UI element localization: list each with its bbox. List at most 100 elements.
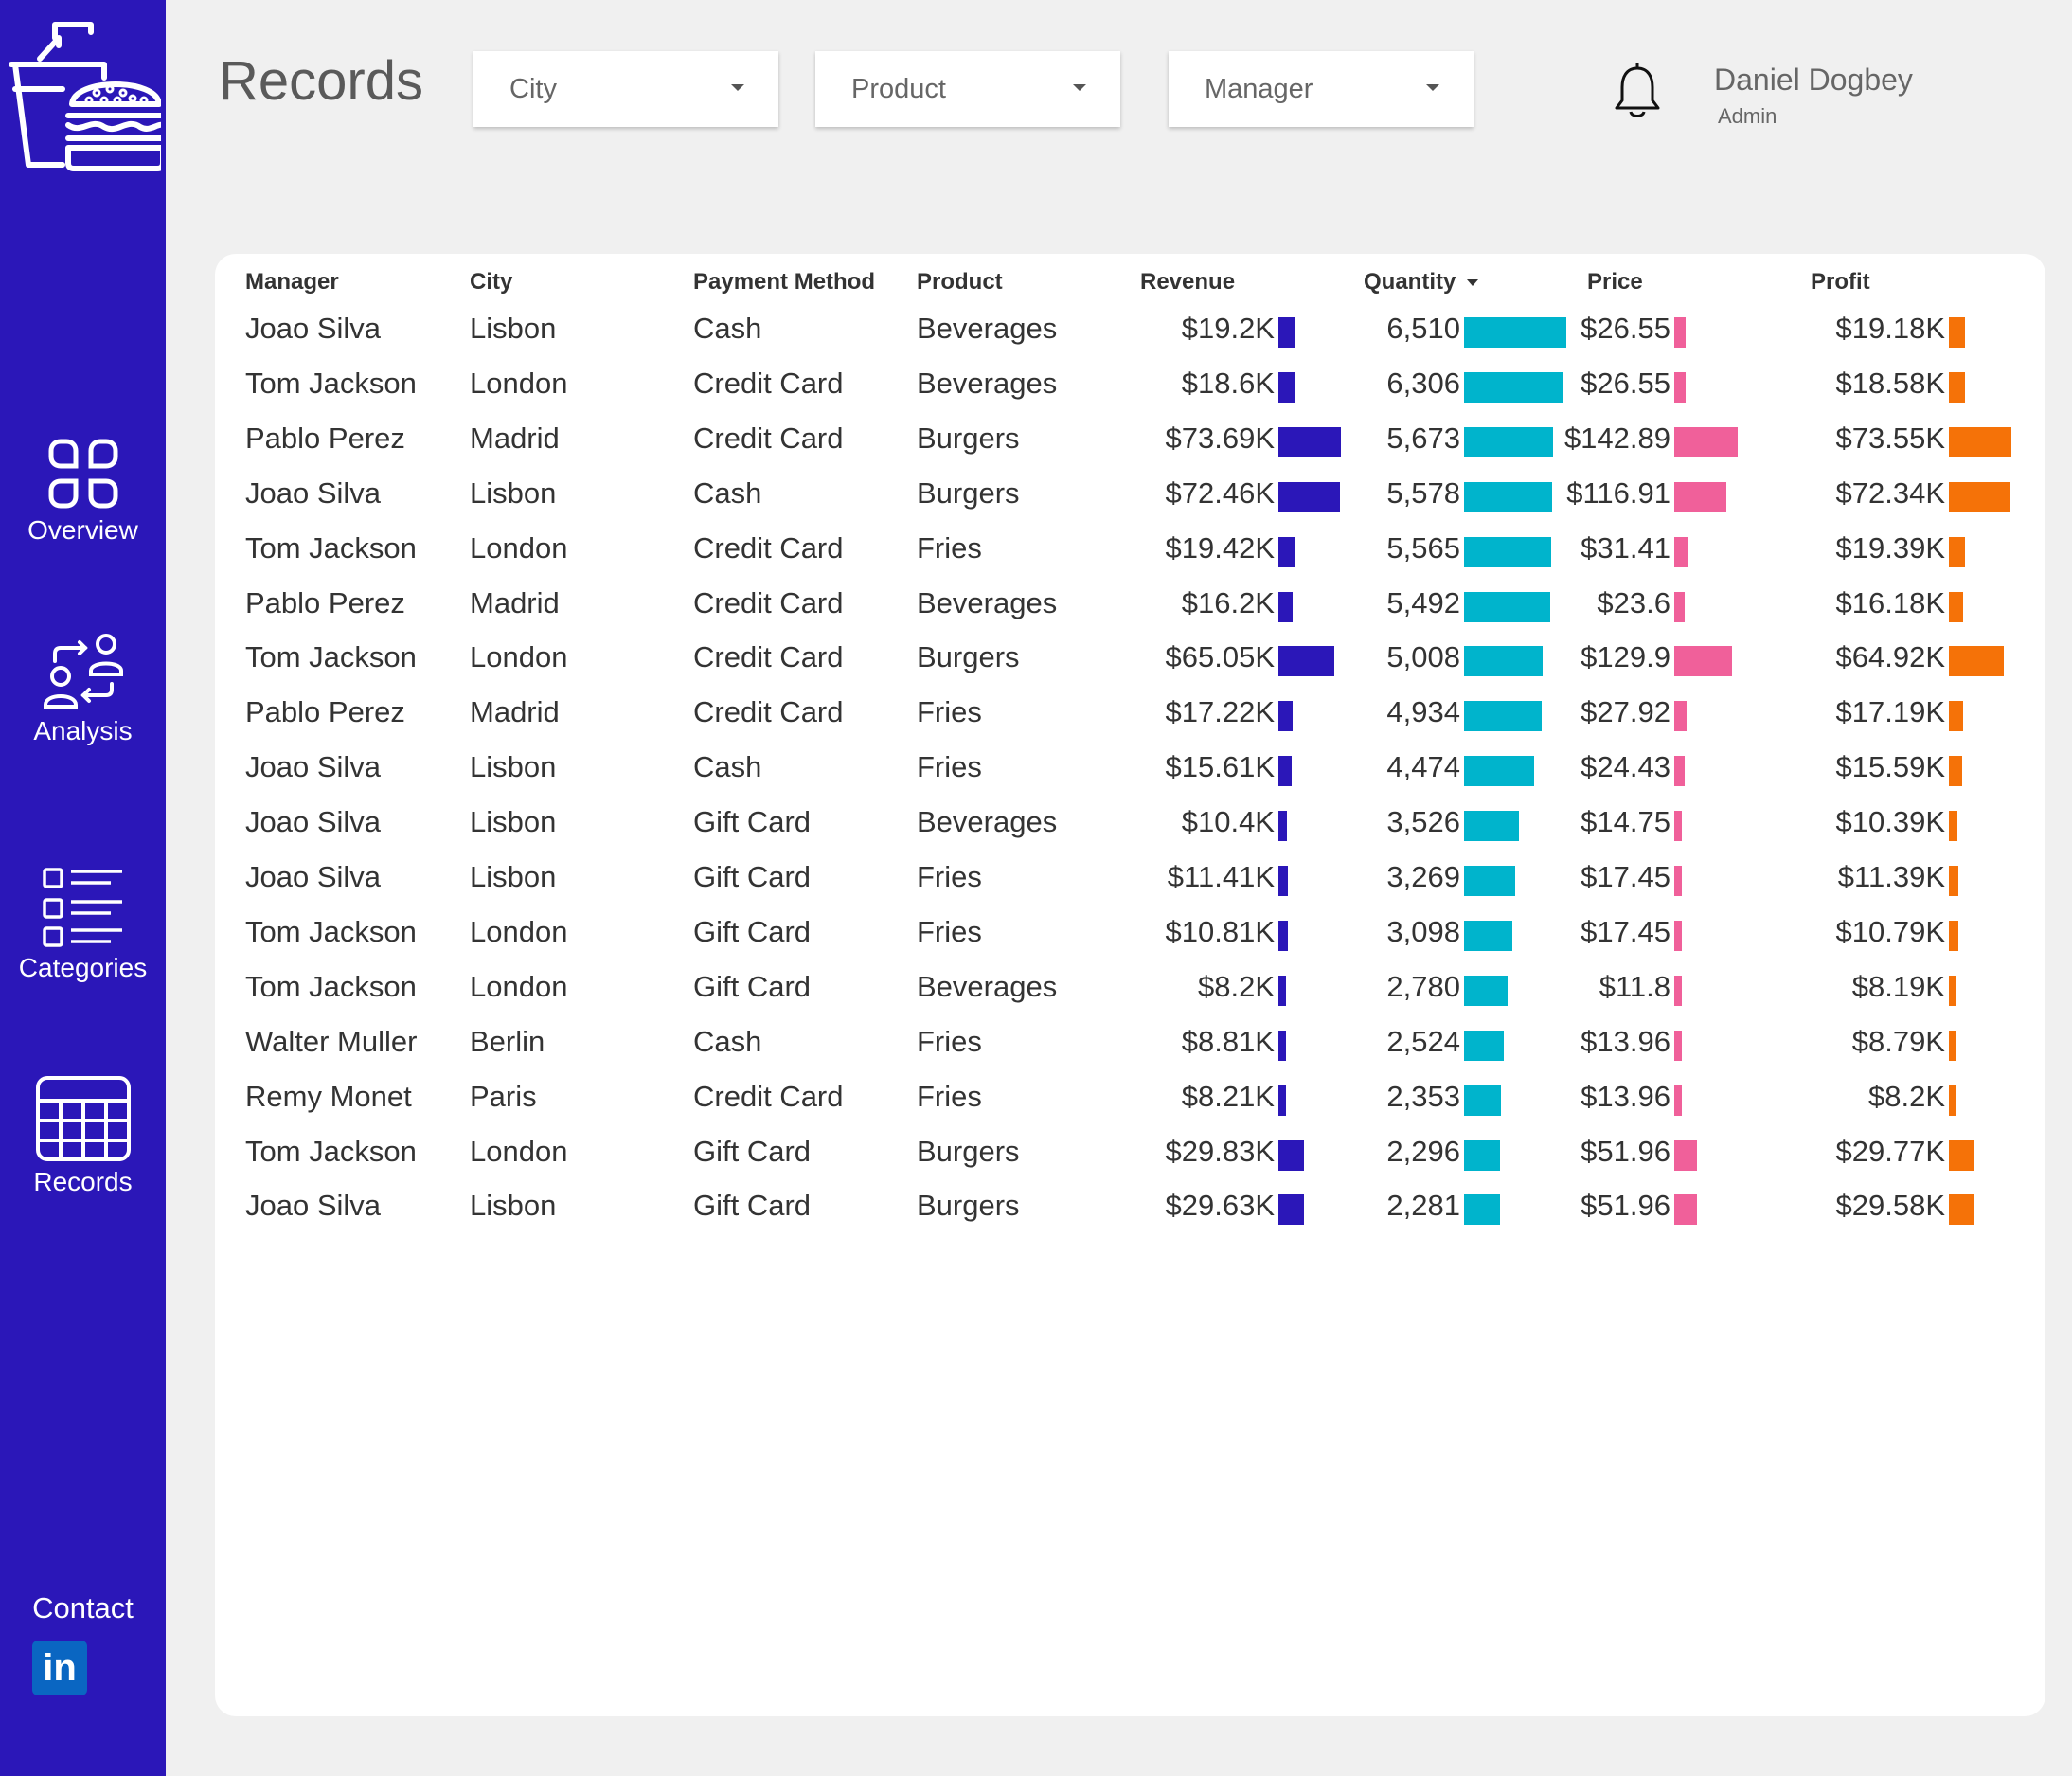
cell-price: $23.6	[1597, 585, 1670, 619]
revenue-databar	[1278, 1139, 1304, 1171]
table-row[interactable]: Pablo Perez Madrid Credit Card Fries $17.22K…	[215, 686, 2045, 741]
cell-payment-method: Gift Card	[693, 1189, 812, 1223]
linkedin-icon[interactable]: in	[32, 1641, 87, 1695]
food-drink-logo-icon	[9, 22, 161, 171]
cell-manager: Joao Silva	[245, 1189, 382, 1223]
cell-quantity: 6,510	[1386, 312, 1460, 345]
table-row[interactable]: Tom Jackson London Credit Card Burgers $65.0…	[215, 631, 2045, 686]
nav-analysis[interactable]: Analysis	[0, 631, 166, 746]
table-row[interactable]: Tom Jackson London Gift Card Beverages $8.2K…	[215, 960, 2045, 1015]
cell-product: Fries	[917, 1079, 982, 1113]
table-row[interactable]: Tom Jackson London Credit Card Fries $19.42K…	[215, 522, 2045, 577]
cell-product: Burgers	[917, 640, 1020, 674]
column-header-quantity[interactable]: Quantity	[1364, 269, 1479, 296]
cell-city: Lisbon	[470, 312, 557, 345]
cell-payment-method: Cash	[693, 312, 762, 345]
cell-revenue: $17.22K	[1165, 695, 1276, 729]
price-databar	[1674, 920, 1682, 951]
column-header-payment-method[interactable]: Payment Method	[693, 269, 875, 296]
quantity-databar	[1464, 756, 1534, 787]
table-row[interactable]: Joao Silva Lisbon Gift Card Burgers $29.63K 2…	[215, 1179, 2045, 1234]
sort-descending-icon	[1467, 279, 1479, 287]
nav-overview[interactable]: Overview	[0, 438, 166, 546]
cell-quantity: 2,281	[1386, 1189, 1460, 1223]
cell-product: Beverages	[917, 805, 1058, 839]
cell-revenue: $19.2K	[1181, 312, 1275, 345]
quantity-databar	[1464, 1030, 1504, 1061]
table-row[interactable]: Joao Silva Lisbon Cash Beverages $19.2K 6,510…	[215, 302, 2045, 357]
column-header-price[interactable]: Price	[1587, 269, 1643, 296]
profit-databar	[1949, 481, 2010, 512]
manager-filter-dropdown[interactable]: Manager	[1169, 51, 1474, 127]
cell-revenue: $15.61K	[1165, 750, 1276, 784]
cell-city: Lisbon	[470, 750, 557, 784]
table-row[interactable]: Joao Silva Lisbon Cash Fries $15.61K 4,474 $24…	[215, 741, 2045, 796]
product-filter-dropdown[interactable]: Product	[815, 51, 1120, 127]
cell-revenue: $8.21K	[1181, 1079, 1275, 1113]
table-row[interactable]: Pablo Perez Madrid Credit Card Burgers $73.6…	[215, 412, 2045, 467]
table-row[interactable]: Tom Jackson London Credit Card Beverages $18…	[215, 357, 2045, 412]
table-row[interactable]: Tom Jackson London Gift Card Fries $10.81K 3,…	[215, 906, 2045, 960]
bell-icon[interactable]	[1613, 59, 1662, 119]
cell-price: $17.45	[1581, 860, 1670, 893]
profit-databar	[1949, 1085, 1956, 1116]
user-name: Daniel Dogbey	[1714, 63, 1913, 97]
column-header-revenue[interactable]: Revenue	[1140, 269, 1235, 296]
cell-quantity: 3,526	[1386, 805, 1460, 839]
quantity-databar	[1464, 426, 1553, 457]
cell-profit: $8.2K	[1867, 1079, 1945, 1113]
profit-databar	[1949, 646, 2004, 677]
cell-quantity: 5,492	[1386, 585, 1460, 619]
cell-payment-method: Gift Card	[693, 969, 812, 1003]
quantity-databar	[1464, 481, 1552, 512]
cell-quantity: 3,098	[1386, 914, 1460, 948]
revenue-databar	[1278, 536, 1295, 567]
price-databar	[1674, 317, 1686, 348]
cell-product: Burgers	[917, 1189, 1020, 1223]
quantity-databar	[1464, 1139, 1500, 1171]
records-icon	[35, 1076, 131, 1161]
revenue-databar	[1278, 1085, 1286, 1116]
price-databar	[1674, 756, 1685, 787]
nav-records[interactable]: Records	[0, 1076, 166, 1197]
cell-city: Berlin	[470, 1024, 545, 1058]
column-header-profit[interactable]: Profit	[1811, 269, 1870, 296]
column-header-manager[interactable]: Manager	[245, 269, 339, 296]
cell-manager: Pablo Perez	[245, 421, 405, 455]
revenue-databar	[1278, 481, 1340, 512]
table-row[interactable]: Remy Monet Paris Credit Card Fries $8.21K 2,3…	[215, 1070, 2045, 1125]
cell-city: London	[470, 530, 568, 565]
table-row[interactable]: Pablo Perez Madrid Credit Card Beverages $16…	[215, 577, 2045, 632]
price-databar	[1674, 701, 1687, 732]
cell-price: $14.75	[1581, 805, 1670, 839]
cell-price: $116.91	[1566, 475, 1670, 510]
chevron-down-icon	[1073, 84, 1086, 91]
column-header-product[interactable]: Product	[917, 269, 1003, 296]
price-databar	[1674, 1030, 1682, 1061]
cell-manager: Tom Jackson	[245, 366, 417, 400]
price-databar	[1674, 371, 1686, 403]
table-row[interactable]: Walter Muller Berlin Cash Fries $8.81K 2,524 $…	[215, 1015, 2045, 1070]
cell-profit: $18.58K	[1835, 366, 1946, 400]
table-row[interactable]: Joao Silva Lisbon Gift Card Beverages $10.4K…	[215, 796, 2045, 851]
cell-profit: $17.19K	[1835, 695, 1946, 729]
cell-profit: $73.55K	[1835, 421, 1946, 455]
price-databar	[1674, 811, 1682, 842]
column-header-quantity-label: Quantity	[1364, 269, 1456, 295]
nav-categories[interactable]: Categories	[0, 866, 166, 983]
cell-quantity: 5,578	[1386, 475, 1460, 510]
city-filter-dropdown[interactable]: City	[473, 51, 778, 127]
cell-manager: Walter Muller	[245, 1024, 418, 1058]
cell-payment-method: Gift Card	[693, 860, 812, 893]
cell-revenue: $18.6K	[1181, 366, 1275, 400]
quantity-databar	[1464, 866, 1515, 896]
cell-product: Beverages	[917, 366, 1058, 400]
cell-price: $142.89	[1563, 421, 1670, 455]
column-header-city[interactable]: City	[470, 269, 512, 296]
cell-payment-method: Gift Card	[693, 914, 812, 948]
cell-quantity: 2,780	[1386, 969, 1460, 1003]
table-row[interactable]: Joao Silva Lisbon Gift Card Fries $11.41K 3,2…	[215, 851, 2045, 906]
quantity-databar	[1464, 646, 1543, 677]
table-row[interactable]: Joao Silva Lisbon Cash Burgers $72.46K 5,578 $…	[215, 467, 2045, 522]
table-row[interactable]: Tom Jackson London Gift Card Burgers $29.83K…	[215, 1125, 2045, 1180]
